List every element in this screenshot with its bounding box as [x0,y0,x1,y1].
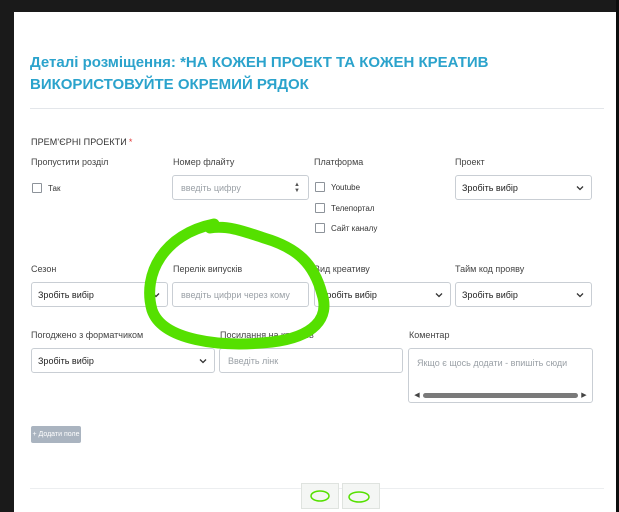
comment-textarea[interactable]: Якщо є щось додати - впишіть сюди ◀ ▶ [408,348,593,403]
season-select-value: Зробіть вибір [38,289,94,300]
timecode-select[interactable]: Зробіть вибір [455,282,592,307]
required-mark: * [128,137,133,147]
platform-option-youtube[interactable]: Youtube [315,182,360,192]
season-select[interactable]: Зробіть вибір [31,282,168,307]
scroll-right-arrow-icon[interactable]: ▶ [580,391,588,399]
platform-site-checkbox[interactable] [315,223,325,233]
attachment-thumbnails[interactable] [301,483,380,509]
scroll-left-arrow-icon[interactable]: ◀ [413,391,421,399]
platform-label: Платформа [314,157,364,167]
flight-number-input[interactable]: введіть цифру ▲ ▼ [172,175,309,200]
platform-option-site[interactable]: Сайт каналу [315,223,377,233]
thumbnail-preview-icon [348,491,370,503]
platform-youtube-label: Youtube [331,182,361,192]
skip-section-label: Пропустити розділ [31,157,109,167]
chevron-down-icon [576,185,584,190]
episodes-placeholder: введіть цифри через кому [181,289,290,300]
attachment-thumbnail[interactable] [342,483,380,509]
section-title: Деталі розміщення: *НА КОЖЕН ПРОЕКТ ТА К… [30,54,489,93]
title-divider [30,108,604,109]
spinner-arrows-icon[interactable]: ▲ ▼ [294,182,300,194]
skip-section-checkbox[interactable] [32,183,42,193]
platform-youtube-checkbox[interactable] [315,182,325,192]
platform-site-label: Сайт каналу [331,223,378,233]
flight-number-placeholder: введіть цифру [181,182,241,193]
creative-link-label: Посилання на креатив [220,330,314,340]
timecode-label: Тайм код прояву [455,264,525,274]
skip-section-option-label: Так [48,183,61,193]
project-select-value: Зробіть вибір [462,182,518,193]
platform-teleportal-checkbox[interactable] [315,203,325,213]
creative-type-select-value: Зробіть вибір [321,289,377,300]
project-select[interactable]: Зробіть вибір [455,175,592,200]
format-approval-label: Погоджено з форматчиком [31,330,144,340]
creative-type-select[interactable]: Зробіть вибір [314,282,451,307]
chevron-down-icon [576,292,584,297]
season-label: Сезон [31,264,57,274]
comment-placeholder: Якщо є щось додати - впишіть сюди [417,358,568,368]
episodes-label: Перелік випусків [173,264,243,274]
creative-link-input[interactable]: Введіть лінк [219,348,403,373]
thumbnail-preview-icon [310,490,330,502]
attachment-thumbnail[interactable] [301,483,339,509]
creative-link-placeholder: Введіть лінк [228,355,279,366]
project-label: Проект [455,157,485,167]
episodes-input[interactable]: введіть цифри через кому [172,282,309,307]
group-heading-text: ПРЕМ'ЄРНІ ПРОЕКТИ [31,137,127,147]
scroll-thumb[interactable] [423,392,578,398]
form-page: Деталі розміщення: *НА КОЖЕН ПРОЕКТ ТА К… [14,12,616,512]
chevron-down-icon [435,292,443,297]
creative-type-label: Вид креативу [314,264,370,274]
flight-number-label: Номер флайту [173,157,235,167]
format-approval-select[interactable]: Зробіть вибір [31,348,215,373]
comment-horizontal-scrollbar[interactable]: ◀ ▶ [413,391,588,399]
skip-section-option[interactable]: Так [32,183,60,193]
format-approval-select-value: Зробіть вибір [38,355,94,366]
chevron-down-icon [199,358,207,363]
comment-label: Коментар [409,330,450,340]
timecode-select-value: Зробіть вибір [462,289,518,300]
platform-option-teleportal[interactable]: Телепортал [315,203,374,213]
group-heading: ПРЕМ'ЄРНІ ПРОЕКТИ * [31,137,132,147]
platform-teleportal-label: Телепортал [331,203,375,213]
add-field-button[interactable]: + Додати поле [31,426,81,443]
chevron-down-icon [152,292,160,297]
